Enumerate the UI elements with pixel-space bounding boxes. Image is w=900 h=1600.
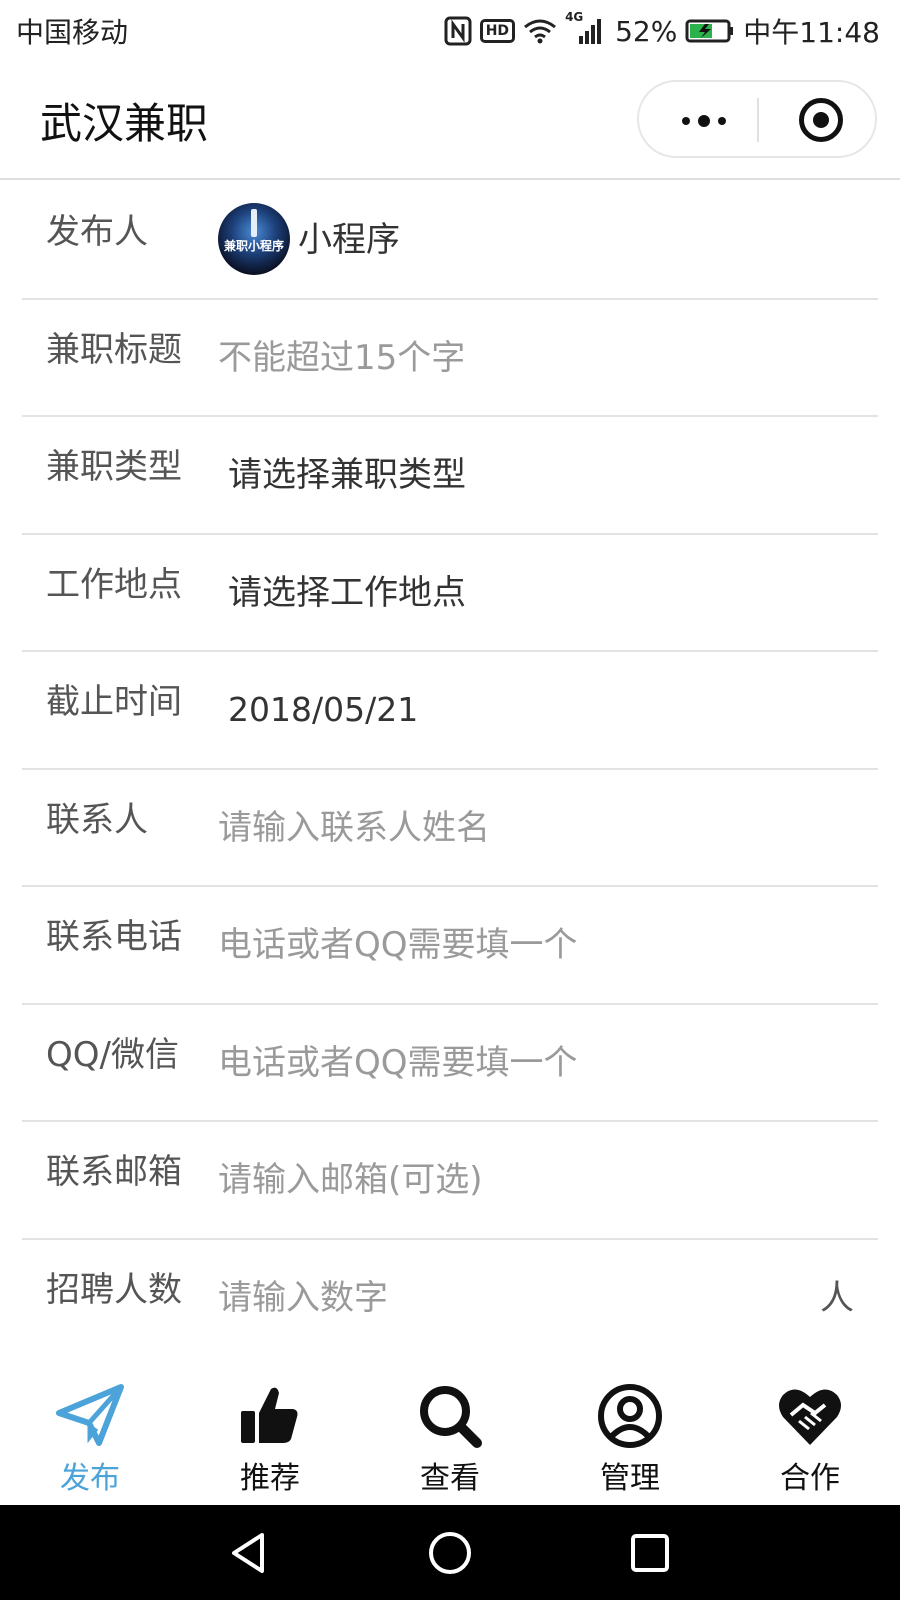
form-row-qq-wechat: QQ/微信 电话或者QQ需要填一个 — [22, 1005, 878, 1122]
home-icon[interactable] — [426, 1529, 474, 1577]
tab-browse-label: 查看 — [420, 1461, 480, 1496]
headcount-input[interactable]: 请输入数字 — [218, 1240, 388, 1355]
more-icon[interactable] — [669, 104, 739, 138]
tab-publish[interactable]: 发布 — [0, 1355, 180, 1505]
phone-label: 联系电话 — [46, 917, 182, 957]
location-label: 工作地点 — [46, 564, 182, 605]
form-row-publisher: 发布人 兼职小程序 小程序 — [22, 182, 878, 300]
tab-cooperate-label: 合作 — [780, 1461, 840, 1496]
wifi-icon — [523, 18, 557, 44]
deadline-label: 截止时间 — [46, 682, 182, 722]
carrier-name: 中国移动 — [16, 16, 129, 49]
battery-icon — [685, 18, 735, 44]
status-bar: 中国移动 HD 4G 52% 中午11:48 — [0, 0, 900, 62]
qq-wechat-label: QQ/微信 — [46, 1034, 179, 1075]
avatar-text: 兼职小程序 — [223, 239, 284, 253]
search-icon — [415, 1383, 485, 1449]
close-target-icon[interactable] — [799, 98, 843, 142]
navigation-bar: 武汉兼职 — [0, 62, 900, 180]
qq-wechat-input[interactable]: 电话或者QQ需要填一个 — [218, 1005, 578, 1120]
paper-plane-icon — [55, 1383, 125, 1449]
recent-apps-icon[interactable] — [626, 1529, 674, 1577]
tab-manage-label: 管理 — [600, 1461, 660, 1496]
form-row-type: 兼职类型 请选择兼职类型 — [22, 417, 878, 535]
status-icons: HD 4G 52% 中午11:48 — [444, 10, 880, 51]
deadline-date-picker[interactable]: 2018/05/21 — [228, 652, 418, 767]
back-icon[interactable] — [226, 1529, 274, 1577]
thumbs-up-icon — [235, 1383, 305, 1449]
mini-program-capsule — [637, 80, 877, 158]
avatar: 兼职小程序 — [218, 203, 290, 275]
system-navigation-bar — [0, 1505, 900, 1600]
phone-input[interactable]: 电话或者QQ需要填一个 — [218, 887, 578, 1002]
email-label: 联系邮箱 — [46, 1152, 182, 1192]
tab-browse[interactable]: 查看 — [360, 1355, 540, 1505]
title-input[interactable]: 不能超过15个字 — [218, 300, 465, 415]
tab-bar: 发布 推荐 查看 管理 合作 — [0, 1355, 900, 1505]
user-circle-icon — [595, 1383, 665, 1449]
capsule-divider — [757, 98, 759, 142]
form-row-title: 兼职标题 不能超过15个字 — [22, 300, 878, 417]
form-row-phone: 联系电话 电话或者QQ需要填一个 — [22, 887, 878, 1005]
signal-icon: 4G — [565, 10, 607, 46]
contact-name-input[interactable]: 请输入联系人姓名 — [218, 770, 490, 885]
handshake-heart-icon — [775, 1383, 845, 1449]
email-input[interactable]: 请输入邮箱(可选) — [218, 1122, 483, 1237]
form-row-headcount: 招聘人数 请输入数字 人 — [22, 1240, 878, 1357]
publisher-name: 小程序 — [298, 220, 400, 260]
nfc-icon — [444, 16, 472, 46]
form-row-deadline: 截止时间 2018/05/21 — [22, 652, 878, 770]
job-post-form: 发布人 兼职小程序 小程序 兼职标题 不能超过15个字 兼职类型 请选择兼职类型… — [22, 182, 878, 1357]
page-title: 武汉兼职 — [40, 99, 209, 148]
tab-manage[interactable]: 管理 — [540, 1355, 720, 1505]
form-row-location: 工作地点 请选择工作地点 — [22, 535, 878, 652]
tab-cooperate[interactable]: 合作 — [720, 1355, 900, 1505]
network-type: 4G — [565, 10, 584, 24]
title-label: 兼职标题 — [46, 329, 182, 370]
location-picker[interactable]: 请选择工作地点 — [228, 535, 466, 650]
tab-publish-label: 发布 — [60, 1461, 120, 1496]
tab-recommend[interactable]: 推荐 — [180, 1355, 360, 1505]
hd-icon: HD — [479, 19, 516, 43]
tab-recommend-label: 推荐 — [240, 1461, 300, 1496]
headcount-unit: 人 — [820, 1277, 854, 1318]
clock: 中午11:48 — [743, 16, 880, 49]
headcount-label: 招聘人数 — [46, 1269, 182, 1310]
battery-percent: 52% — [615, 14, 678, 48]
form-row-email: 联系邮箱 请输入邮箱(可选) — [22, 1122, 878, 1240]
form-row-contact: 联系人 请输入联系人姓名 — [22, 770, 878, 887]
publisher-label: 发布人 — [46, 212, 148, 252]
type-label: 兼职类型 — [46, 447, 182, 487]
type-picker[interactable]: 请选择兼职类型 — [228, 417, 466, 532]
contact-label: 联系人 — [46, 799, 148, 840]
